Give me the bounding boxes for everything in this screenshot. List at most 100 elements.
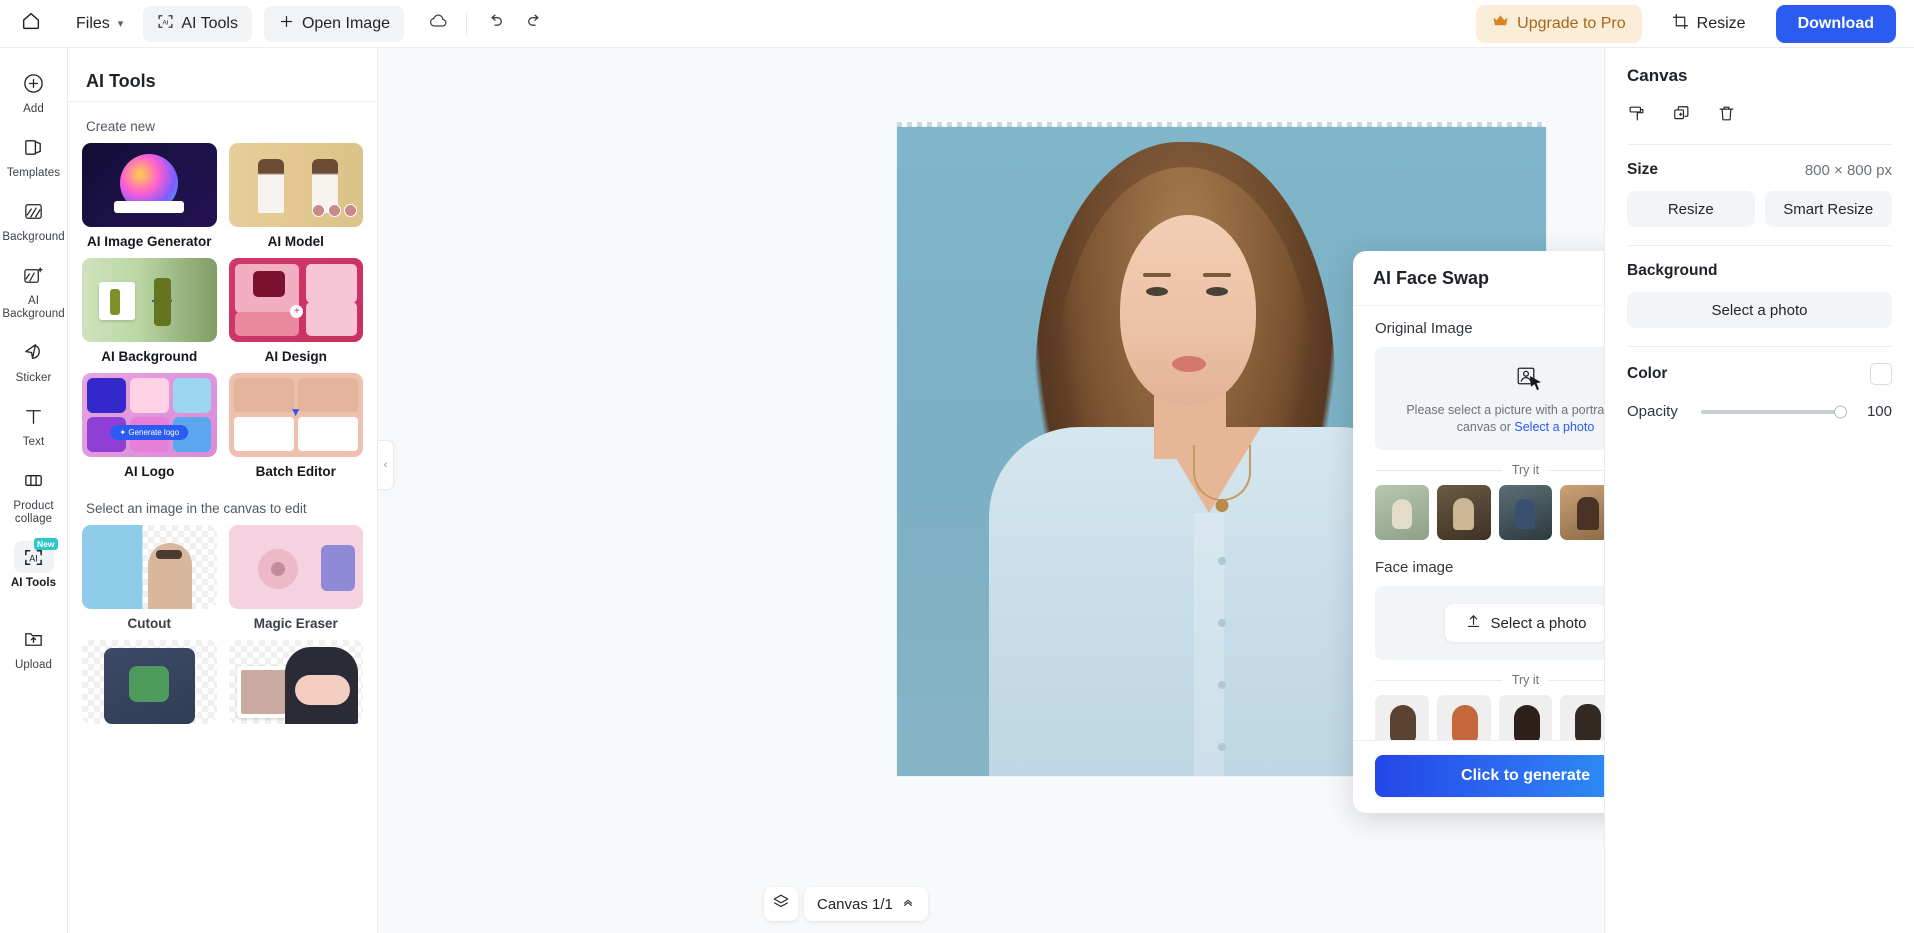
- left-rail: Add Templates Background AI Background S…: [0, 48, 68, 933]
- color-label: Color: [1627, 365, 1668, 382]
- dialog-body: Original Image Please select a picture w…: [1353, 306, 1604, 740]
- resize-button[interactable]: Resize: [1627, 191, 1755, 227]
- ai-tools-label: AI Tools: [181, 14, 238, 32]
- text-icon: [14, 400, 54, 432]
- sidebar-item-product-collage[interactable]: Product collage: [2, 457, 66, 532]
- portrait-placeholder-icon: [1515, 365, 1541, 392]
- tool-card-ai-design[interactable]: + AI Design: [228, 258, 363, 364]
- tool-label: AI Image Generator: [86, 234, 212, 249]
- canvas-area[interactable]: Canvas 1/1 AI Face Swap Original Image P…: [378, 48, 1604, 933]
- sidebar-item-add[interactable]: Add: [2, 60, 66, 122]
- face-sample-thumbnail[interactable]: [1375, 695, 1429, 740]
- tool-card-ai-logo[interactable]: ✦ Generate logo AI Logo: [82, 373, 217, 479]
- slider-knob[interactable]: [1834, 405, 1847, 418]
- tool-card-cutout[interactable]: Cutout: [82, 525, 217, 631]
- tool-card-edit-3[interactable]: [82, 640, 217, 724]
- home-button[interactable]: [0, 0, 62, 47]
- opacity-slider[interactable]: [1701, 405, 1847, 418]
- background-select-photo-button[interactable]: Select a photo: [1627, 292, 1892, 328]
- sidebar-label: Sticker: [15, 372, 52, 384]
- download-button[interactable]: Download: [1775, 4, 1896, 43]
- open-image-button[interactable]: Open Image: [263, 5, 404, 42]
- tool-card-ai-image-generator[interactable]: AI Image Generator: [82, 143, 217, 249]
- face-sample-thumbnail[interactable]: [1498, 695, 1553, 740]
- sidebar-label: Templates: [6, 167, 61, 179]
- redo-button[interactable]: [515, 6, 555, 42]
- tool-card-ai-background[interactable]: AI Background: [82, 258, 217, 364]
- tool-card-ai-model[interactable]: AI Model: [228, 143, 363, 249]
- sidebar-item-ai-tools[interactable]: AI New AI Tools: [2, 534, 66, 596]
- divider: [1627, 144, 1892, 145]
- tool-card-magic-eraser[interactable]: Magic Eraser: [228, 525, 363, 631]
- face-image-dropzone[interactable]: Select a photo: [1375, 586, 1604, 660]
- sample-thumbnail[interactable]: [1498, 485, 1553, 540]
- sidebar-label: Text: [22, 436, 45, 448]
- sidebar-item-sticker[interactable]: Sticker: [2, 329, 66, 391]
- tool-thumbnail: [82, 143, 217, 227]
- sidebar-item-text[interactable]: Text: [2, 393, 66, 455]
- upload-arrow-icon: [1465, 613, 1482, 634]
- app-root: Files ▾ AI AI Tools Open Image Upgrade t…: [0, 0, 1914, 933]
- face-sample-thumbnail[interactable]: [1436, 695, 1491, 740]
- sidebar-item-upload[interactable]: Upload: [2, 616, 66, 678]
- face-sample-thumbnail[interactable]: [1560, 695, 1604, 740]
- undo-button[interactable]: [475, 6, 515, 42]
- templates-icon: [14, 131, 54, 163]
- ai-tools-button[interactable]: AI AI Tools: [143, 5, 252, 42]
- sidebar-label: Product collage: [13, 500, 54, 525]
- size-label: Size: [1627, 161, 1659, 178]
- tool-label: AI Design: [264, 349, 327, 364]
- select-a-photo-button[interactable]: Select a photo: [1444, 604, 1604, 642]
- select-a-photo-link[interactable]: Select a photo: [1514, 420, 1594, 434]
- color-swatch[interactable]: [1870, 363, 1892, 385]
- size-row: Size 800 × 800 px: [1627, 161, 1892, 179]
- top-toolbar: Files ▾ AI AI Tools Open Image Upgrade t…: [0, 0, 1914, 48]
- layers-button[interactable]: [764, 887, 798, 921]
- upgrade-to-pro-button[interactable]: Upgrade to Pro: [1476, 4, 1642, 43]
- cloud-sync-button[interactable]: [418, 6, 458, 42]
- original-image-dropzone[interactable]: Please select a picture with a portrait …: [1375, 347, 1604, 450]
- panel-collapse-button[interactable]: ‹: [378, 440, 394, 490]
- canvas-page-selector[interactable]: Canvas 1/1: [804, 887, 928, 921]
- select-a-photo-label: Select a photo: [1490, 614, 1587, 632]
- sample-thumbnail[interactable]: [1436, 485, 1491, 540]
- tool-card-batch-editor[interactable]: ▼ Batch Editor: [228, 373, 363, 479]
- plus-icon: [278, 13, 295, 35]
- smart-resize-button[interactable]: Smart Resize: [1764, 191, 1892, 227]
- original-image-hint: Please select a picture with a portrait …: [1387, 402, 1604, 436]
- product-collage-icon: [14, 464, 54, 496]
- tool-card-edit-4[interactable]: [228, 640, 363, 724]
- click-to-generate-button[interactable]: Click to generate: [1375, 755, 1604, 797]
- tool-thumbnail: [82, 258, 217, 342]
- paint-roller-button[interactable]: [1627, 104, 1646, 128]
- original-try-it-divider: Try it: [1375, 463, 1604, 477]
- crown-icon: [1492, 14, 1509, 33]
- sidebar-item-templates[interactable]: Templates: [2, 124, 66, 186]
- paint-roller-icon: [1627, 104, 1646, 128]
- sample-thumbnail[interactable]: [1560, 485, 1604, 540]
- files-menu[interactable]: Files ▾: [62, 6, 137, 42]
- resize-buttons: Resize Smart Resize: [1627, 191, 1892, 227]
- dialog-footer: Click to generate: [1353, 740, 1604, 813]
- edit-section-label: Select an image in the canvas to edit: [86, 501, 307, 516]
- redo-icon: [525, 11, 545, 36]
- color-row: Color: [1627, 363, 1892, 385]
- try-it-label: Try it: [1511, 463, 1540, 477]
- duplicate-button[interactable]: [1672, 104, 1691, 128]
- canvas-page-label: Canvas 1/1: [817, 895, 893, 913]
- sample-thumbnail[interactable]: [1375, 485, 1429, 540]
- tool-thumbnail: [228, 143, 363, 227]
- create-new-label: Create new: [86, 119, 156, 134]
- face-sample-row: [1375, 695, 1604, 740]
- dialog-title: AI Face Swap: [1373, 267, 1490, 288]
- canvas-bottom-bar: Canvas 1/1: [764, 887, 928, 921]
- sidebar-item-background[interactable]: Background: [2, 188, 66, 250]
- resize-button[interactable]: Resize: [1658, 5, 1760, 43]
- tool-thumbnail: [82, 640, 217, 724]
- sidebar-item-ai-background[interactable]: AI Background: [2, 252, 66, 327]
- files-label: Files: [76, 14, 110, 32]
- trash-icon: [1717, 104, 1736, 128]
- tool-label: Batch Editor: [255, 464, 336, 479]
- delete-button[interactable]: [1717, 104, 1736, 128]
- home-icon: [20, 10, 42, 37]
